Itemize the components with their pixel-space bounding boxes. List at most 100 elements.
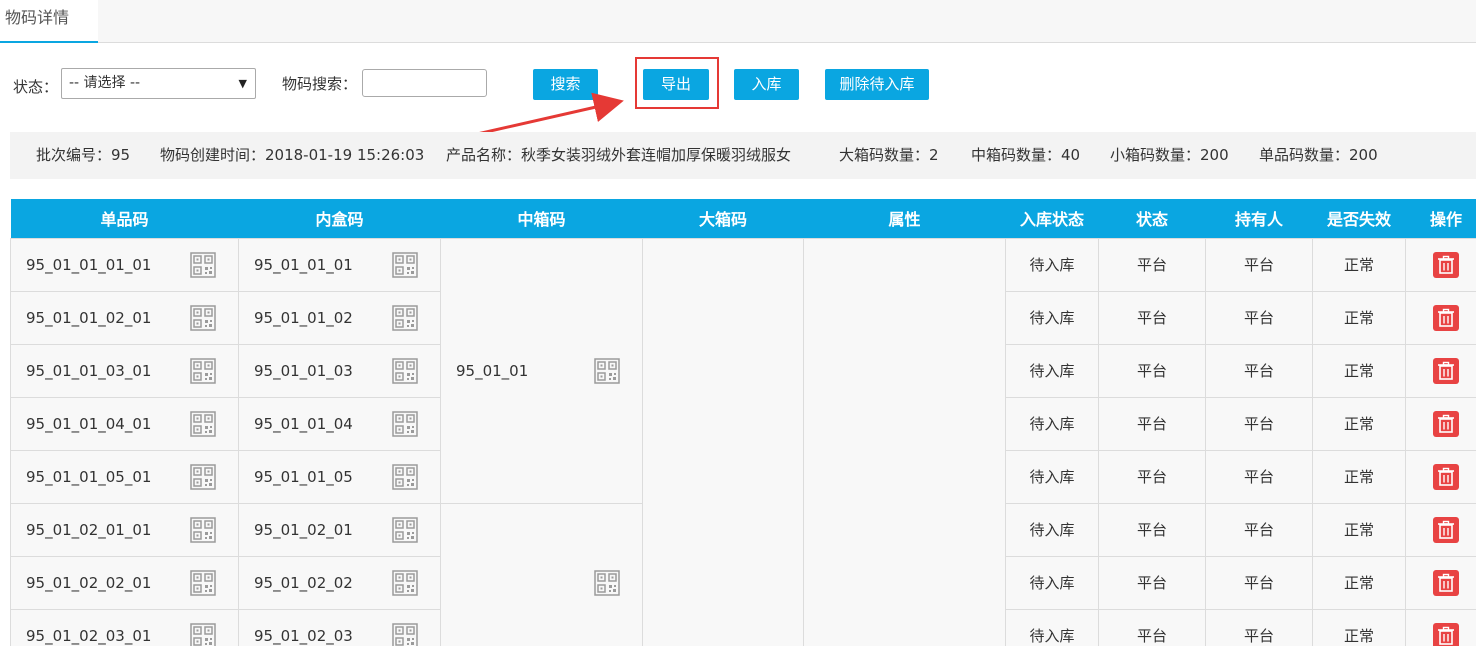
qr-code-icon[interactable] <box>594 569 620 596</box>
inner-code-cell-text: 95_01_01_02 <box>254 308 353 327</box>
status-cell: 平台 <box>1098 290 1206 345</box>
invalid-cell: 正常 <box>1312 237 1406 292</box>
code-search-input[interactable] <box>362 69 487 97</box>
actions-cell <box>1405 555 1476 610</box>
inner-code-cell: 95_01_01_03 <box>238 343 441 398</box>
trash-icon[interactable] <box>1433 622 1459 646</box>
single-code-cell-text: 95_01_01_01_01 <box>26 255 152 274</box>
status-cell-text: 平台 <box>1136 415 1167 433</box>
header-invalid: 是否失效 <box>1312 199 1406 238</box>
invalid-cell-text: 正常 <box>1343 256 1374 274</box>
trash-icon[interactable] <box>1433 304 1459 331</box>
single-code-cell-text: 95_01_02_02_01 <box>26 573 152 592</box>
qr-code-icon[interactable] <box>392 569 418 596</box>
holder-cell: 平台 <box>1205 290 1313 345</box>
stock-status-cell: 待入库 <box>1005 555 1099 610</box>
stock-status-cell-text: 待入库 <box>1029 415 1075 433</box>
single-count: 单品码数量：200 <box>1259 146 1378 164</box>
status-cell-text: 平台 <box>1136 521 1167 539</box>
filter-toolbar: 状态： -- 请选择 -- ▼ 物码搜索： 搜索 导出 入库 删除待入库 <box>0 66 1476 104</box>
single-code-cell-text: 95_01_01_04_01 <box>26 414 152 433</box>
inner-code-cell-text: 95_01_02_02 <box>254 573 353 592</box>
stock-status-cell: 待入库 <box>1005 343 1099 398</box>
qr-code-icon[interactable] <box>392 251 418 278</box>
status-cell-text: 平台 <box>1136 309 1167 327</box>
single-code-cell: 95_01_01_05_01 <box>10 449 239 504</box>
qr-code-icon[interactable] <box>190 569 216 596</box>
search-button[interactable]: 搜索 <box>533 69 598 100</box>
invalid-cell: 正常 <box>1312 608 1406 646</box>
stock-status-cell-text: 待入库 <box>1029 362 1075 380</box>
tab-code-details[interactable]: 物码详情 <box>0 0 98 43</box>
holder-cell: 平台 <box>1205 608 1313 646</box>
holder-cell-text: 平台 <box>1243 521 1274 539</box>
code-table: 单品码 内盒码 中箱码 大箱码 属性 入库状态 状态 持有人 是否失效 操作 9… <box>10 199 1476 646</box>
qr-code-icon[interactable] <box>392 463 418 490</box>
trash-icon[interactable] <box>1433 251 1459 278</box>
actions-cell <box>1405 290 1476 345</box>
qr-code-icon[interactable] <box>392 410 418 437</box>
delete-pending-button[interactable]: 删除待入库 <box>825 69 929 100</box>
qr-code-icon[interactable] <box>190 463 216 490</box>
middle-box-count: 中箱码数量：40 <box>971 146 1081 164</box>
qr-code-icon[interactable] <box>594 357 620 384</box>
invalid-cell: 正常 <box>1312 555 1406 610</box>
trash-icon[interactable] <box>1433 463 1459 490</box>
stock-status-cell-text: 待入库 <box>1029 256 1075 274</box>
actions-cell <box>1405 449 1476 504</box>
inner-code-cell: 95_01_01_05 <box>238 449 441 504</box>
inner-code-cell: 95_01_02_03 <box>238 608 441 646</box>
invalid-cell: 正常 <box>1312 343 1406 398</box>
status-cell: 平台 <box>1098 608 1206 646</box>
qr-code-icon[interactable] <box>190 516 216 543</box>
single-code-cell-text: 95_01_02_01_01 <box>26 520 152 539</box>
code-table-wrapper: 单品码 内盒码 中箱码 大箱码 属性 入库状态 状态 持有人 是否失效 操作 9… <box>10 199 1476 646</box>
status-cell: 平台 <box>1098 502 1206 557</box>
trash-icon[interactable] <box>1433 410 1459 437</box>
stock-status-cell: 待入库 <box>1005 449 1099 504</box>
trash-icon[interactable] <box>1433 516 1459 543</box>
qr-code-icon[interactable] <box>190 622 216 646</box>
inner-code-cell-text: 95_01_01_03 <box>254 361 353 380</box>
stock-in-button[interactable]: 入库 <box>734 69 799 100</box>
status-cell: 平台 <box>1098 237 1206 292</box>
qr-code-icon[interactable] <box>392 357 418 384</box>
status-cell-text: 平台 <box>1136 574 1167 592</box>
caret-down-icon: ▼ <box>238 77 247 90</box>
qr-code-icon[interactable] <box>190 357 216 384</box>
inner-code-cell: 95_01_01_04 <box>238 396 441 451</box>
small-box-count: 小箱码数量：200 <box>1110 146 1229 164</box>
trash-icon[interactable] <box>1433 357 1459 384</box>
header-stock-status: 入库状态 <box>1005 199 1099 238</box>
inner-code-cell-text: 95_01_02_03 <box>254 626 353 645</box>
single-code-cell-text: 95_01_01_02_01 <box>26 308 152 327</box>
invalid-cell: 正常 <box>1312 396 1406 451</box>
invalid-cell: 正常 <box>1312 290 1406 345</box>
holder-cell: 平台 <box>1205 449 1313 504</box>
status-cell: 平台 <box>1098 449 1206 504</box>
stock-status-cell-text: 待入库 <box>1029 468 1075 486</box>
invalid-cell: 正常 <box>1312 449 1406 504</box>
header-status: 状态 <box>1098 199 1206 238</box>
stock-status-cell: 待入库 <box>1005 608 1099 646</box>
status-select[interactable]: -- 请选择 -- ▼ <box>61 68 256 99</box>
qr-code-icon[interactable] <box>190 304 216 331</box>
qr-code-icon[interactable] <box>190 410 216 437</box>
attribute-cell <box>803 237 1006 646</box>
status-cell-text: 平台 <box>1136 256 1167 274</box>
header-attribute: 属性 <box>803 199 1006 238</box>
table-header-row: 单品码 内盒码 中箱码 大箱码 属性 入库状态 状态 持有人 是否失效 操作 <box>10 199 1476 238</box>
holder-cell: 平台 <box>1205 237 1313 292</box>
inner-code-cell-text: 95_01_01_05 <box>254 467 353 486</box>
qr-code-icon[interactable] <box>392 622 418 646</box>
holder-cell-text: 平台 <box>1243 309 1274 327</box>
holder-cell-text: 平台 <box>1243 256 1274 274</box>
status-select-value: -- 请选择 -- <box>69 75 141 91</box>
trash-icon[interactable] <box>1433 569 1459 596</box>
inner-code-cell-text: 95_01_01_01 <box>254 255 353 274</box>
qr-code-icon[interactable] <box>190 251 216 278</box>
qr-code-icon[interactable] <box>392 516 418 543</box>
holder-cell-text: 平台 <box>1243 362 1274 380</box>
status-label: 状态： <box>13 78 59 96</box>
qr-code-icon[interactable] <box>392 304 418 331</box>
